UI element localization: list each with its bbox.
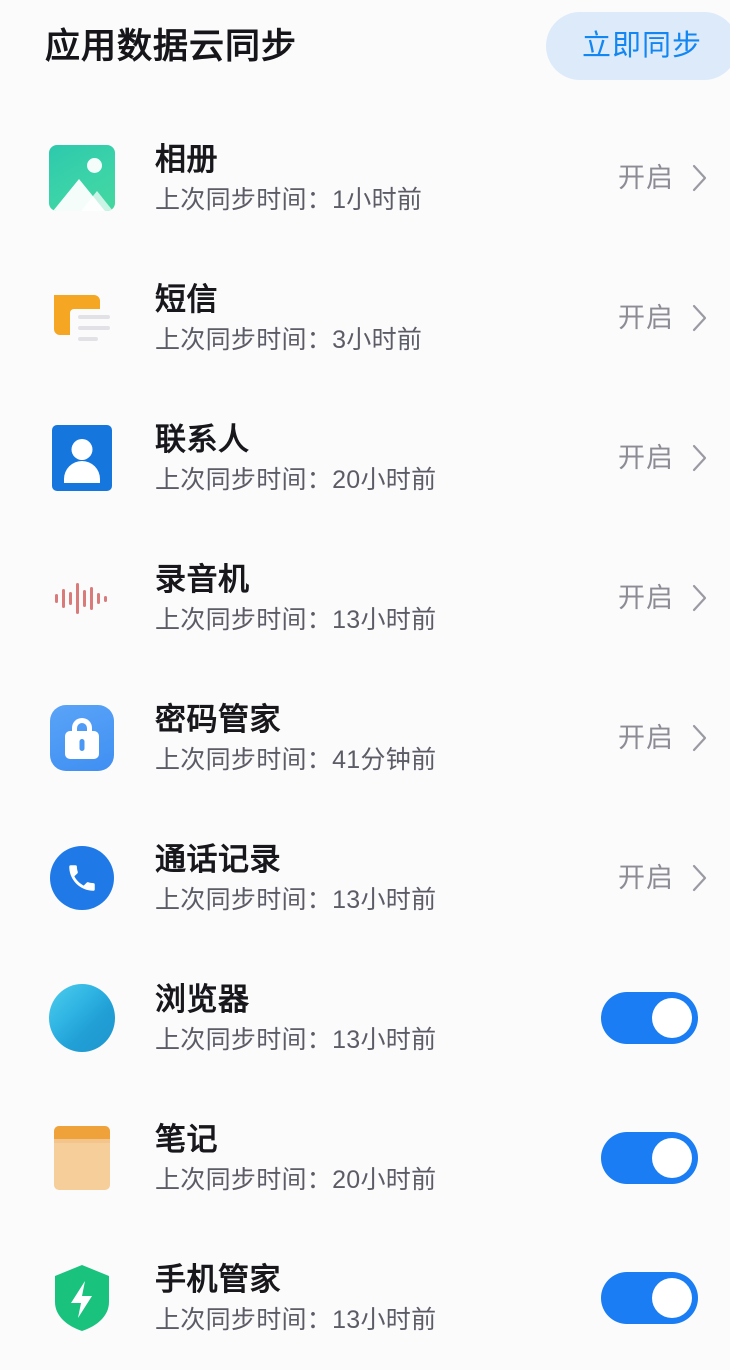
sync-toggle-knob bbox=[652, 1278, 692, 1318]
list-item-control: 开启 bbox=[588, 584, 708, 612]
list-item-title: 相册 bbox=[155, 141, 218, 177]
list-item-texts: 短信上次同步时间：3小时前 bbox=[155, 281, 588, 356]
gallery-icon-wrap bbox=[45, 141, 119, 215]
list-item[interactable]: 通话记录 上次同步时间：13小时前 开启 bbox=[0, 808, 730, 948]
status-label: 开启 bbox=[618, 862, 674, 893]
list-item-title: 联系人 bbox=[155, 421, 250, 457]
app-root: 应用数据云同步 立即同步 相册 上次同步时间：1小时前 开启 短信 上次同步时间：3小时… bbox=[0, 0, 730, 1370]
notes-icon bbox=[54, 1126, 110, 1190]
list-item-texts: 浏览器上次同步时间：13小时前 bbox=[155, 981, 588, 1056]
list-item-control: 开启 bbox=[588, 304, 708, 332]
list-item-control: 开启 bbox=[588, 164, 708, 192]
list-item-control: 开启 bbox=[588, 864, 708, 892]
list-item[interactable]: 手机管家上次同步时间：13小时前 bbox=[0, 1228, 730, 1368]
sync-toggle[interactable] bbox=[601, 1132, 698, 1184]
list-item[interactable]: 浏览器上次同步时间：13小时前 bbox=[0, 948, 730, 1088]
notes-icon-wrap bbox=[45, 1121, 119, 1195]
list-item-control: 开启 bbox=[588, 724, 708, 752]
list-item-title: 录音机 bbox=[155, 561, 250, 597]
list-item-subtitle: 上次同步时间：1小时前 bbox=[155, 186, 423, 215]
list-item-control bbox=[588, 1272, 708, 1324]
list-item-control: 开启 bbox=[588, 444, 708, 472]
chevron-right-icon[interactable] bbox=[692, 864, 708, 892]
list-item[interactable]: 相册 上次同步时间：1小时前 开启 bbox=[0, 108, 730, 248]
chevron-right-icon[interactable] bbox=[692, 164, 708, 192]
chevron-right-icon[interactable] bbox=[692, 584, 708, 612]
list-item-title: 通话记录 bbox=[155, 841, 281, 877]
recorder-waveform-icon bbox=[53, 578, 111, 618]
list-item[interactable]: 联系人 上次同步时间：20小时前 开启 bbox=[0, 388, 730, 528]
list-item-texts: 相册上次同步时间：1小时前 bbox=[155, 141, 588, 216]
list-item-texts: 通话记录上次同步时间：13小时前 bbox=[155, 841, 588, 916]
list-item-subtitle: 上次同步时间：13小时前 bbox=[155, 886, 437, 915]
sync-now-button-label: 立即同步 bbox=[581, 29, 702, 62]
list-item[interactable]: 笔记上次同步时间：20小时前 bbox=[0, 1088, 730, 1228]
list-item-title: 手机管家 bbox=[155, 1261, 281, 1297]
list-item-subtitle: 上次同步时间：20小时前 bbox=[155, 466, 437, 495]
status-label: 开启 bbox=[618, 302, 674, 333]
lock-icon bbox=[50, 705, 114, 771]
list-item-subtitle: 上次同步时间：13小时前 bbox=[155, 1306, 437, 1335]
list-item-control bbox=[588, 992, 708, 1044]
lock-icon-wrap bbox=[45, 701, 119, 775]
list-item[interactable]: 密码管家 上次同步时间：41分钟前 开启 bbox=[0, 668, 730, 808]
status-label: 开启 bbox=[618, 722, 674, 753]
recorder-waveform-icon-wrap bbox=[45, 561, 119, 635]
messages-icon bbox=[48, 285, 116, 351]
browser-icon-wrap bbox=[45, 981, 119, 1055]
status-label: 开启 bbox=[618, 162, 674, 193]
page-title: 应用数据云同步 bbox=[45, 26, 298, 66]
browser-icon bbox=[49, 984, 115, 1052]
list-item-subtitle: 上次同步时间：41分钟前 bbox=[155, 746, 437, 775]
shield-bolt-icon-wrap bbox=[45, 1261, 119, 1335]
messages-icon-wrap bbox=[45, 281, 119, 355]
phone-icon bbox=[50, 846, 114, 910]
chevron-right-icon[interactable] bbox=[692, 304, 708, 332]
list-item[interactable]: 短信 上次同步时间：3小时前 开启 bbox=[0, 248, 730, 388]
shield-bolt-icon bbox=[51, 1263, 113, 1333]
list-item-subtitle: 上次同步时间：3小时前 bbox=[155, 326, 423, 355]
list-item-texts: 密码管家上次同步时间：41分钟前 bbox=[155, 701, 588, 776]
list-item-title: 笔记 bbox=[155, 1121, 218, 1157]
chevron-right-icon[interactable] bbox=[692, 444, 708, 472]
list-item-title: 短信 bbox=[155, 281, 218, 317]
list-item-title: 密码管家 bbox=[155, 701, 281, 737]
list-item-subtitle: 上次同步时间：20小时前 bbox=[155, 1166, 437, 1195]
contacts-icon bbox=[52, 425, 112, 491]
list-item-subtitle: 上次同步时间：13小时前 bbox=[155, 606, 437, 635]
list-item-texts: 手机管家上次同步时间：13小时前 bbox=[155, 1261, 588, 1336]
sync-toggle[interactable] bbox=[601, 1272, 698, 1324]
list-item-subtitle: 上次同步时间：13小时前 bbox=[155, 1026, 437, 1055]
list-item-control bbox=[588, 1132, 708, 1184]
status-label: 开启 bbox=[618, 582, 674, 613]
app-sync-list: 相册 上次同步时间：1小时前 开启 短信 上次同步时间：3小时前 开启 联系人 上次同步时间：… bbox=[0, 92, 730, 1368]
contacts-icon-wrap bbox=[45, 421, 119, 495]
status-label: 开启 bbox=[618, 442, 674, 473]
gallery-icon bbox=[49, 145, 115, 211]
list-item-title: 浏览器 bbox=[155, 981, 250, 1017]
sync-now-button[interactable]: 立即同步 bbox=[546, 12, 730, 80]
list-item-texts: 联系人上次同步时间：20小时前 bbox=[155, 421, 588, 496]
sync-toggle-knob bbox=[652, 1138, 692, 1178]
list-item-texts: 录音机上次同步时间：13小时前 bbox=[155, 561, 588, 636]
sync-toggle[interactable] bbox=[601, 992, 698, 1044]
list-item-texts: 笔记上次同步时间：20小时前 bbox=[155, 1121, 588, 1196]
sync-toggle-knob bbox=[652, 998, 692, 1038]
phone-icon-wrap bbox=[45, 841, 119, 915]
page-header: 应用数据云同步 立即同步 bbox=[0, 0, 730, 92]
list-item[interactable]: 录音机 上次同步时间：13小时前 开启 bbox=[0, 528, 730, 668]
chevron-right-icon[interactable] bbox=[692, 724, 708, 752]
